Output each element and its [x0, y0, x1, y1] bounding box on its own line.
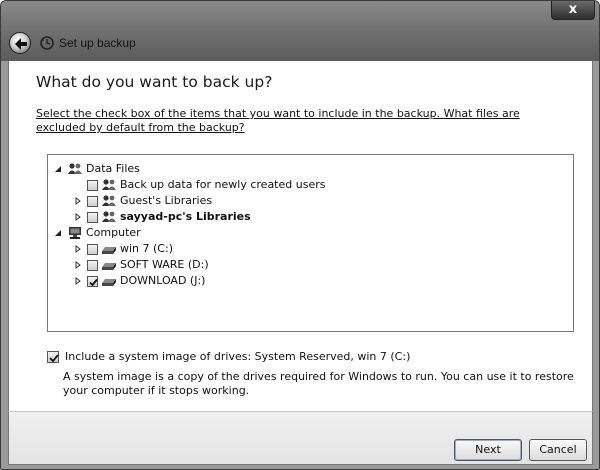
checkbox[interactable]	[87, 196, 98, 207]
button-bar: Next Cancel	[8, 411, 593, 465]
tree-label: sayyad-pc's Libraries	[120, 210, 251, 223]
title-bar: x Set up backup	[1, 1, 599, 61]
tree-item-new-users[interactable]: Back up data for newly created users	[74, 177, 374, 193]
tree-label: win 7 (C:)	[120, 242, 173, 255]
back-arrow-icon	[15, 38, 27, 50]
tree-item-drive-c[interactable]: win 7 (C:)	[74, 241, 374, 257]
close-button[interactable]: x	[551, 1, 595, 20]
checkbox[interactable]	[87, 260, 98, 271]
instructions: Select the check box of the items that y…	[36, 107, 566, 135]
checkmark-icon	[89, 278, 98, 287]
users-icon	[102, 179, 116, 190]
tree-item-data-files[interactable]: Data Files	[54, 161, 354, 177]
tree-label: Back up data for newly created users	[120, 178, 326, 191]
dialog-content: What do you want to back up? Select the …	[8, 61, 593, 411]
drive-icon	[102, 247, 116, 254]
cancel-button[interactable]: Cancel	[529, 439, 587, 461]
tree-item-computer[interactable]: Computer	[54, 225, 354, 241]
checkbox[interactable]	[87, 212, 98, 223]
tree-item-guest-libraries[interactable]: Guest's Libraries	[74, 193, 374, 209]
tree-label: Data Files	[86, 162, 140, 175]
backup-icon	[40, 36, 54, 50]
drive-icon	[102, 279, 116, 286]
tree-item-sayyad-libraries[interactable]: sayyad-pc's Libraries	[74, 209, 374, 225]
drive-icon	[102, 263, 116, 270]
next-button[interactable]: Next	[454, 439, 522, 461]
page-heading: What do you want to back up?	[36, 73, 273, 91]
expand-arrow-icon[interactable]	[74, 277, 82, 285]
users-icon	[68, 163, 82, 174]
expand-arrow-icon[interactable]	[74, 213, 82, 221]
backup-items-tree[interactable]: Data Files Back up data for newly create…	[47, 154, 574, 332]
checkbox[interactable]	[87, 244, 98, 255]
backup-window: x Set up backup What do you want to back…	[0, 0, 600, 470]
users-icon	[102, 211, 116, 222]
system-image-description: A system image is a copy of the drives r…	[63, 370, 574, 397]
system-image-checkbox[interactable]	[47, 351, 59, 363]
checkmark-icon	[49, 354, 59, 363]
expand-arrow-icon[interactable]	[74, 245, 82, 253]
checkbox[interactable]	[87, 180, 98, 191]
back-button[interactable]	[9, 32, 31, 54]
expand-arrow-icon[interactable]	[74, 261, 82, 269]
tree-label: Guest's Libraries	[120, 194, 213, 207]
tree-item-drive-d[interactable]: SOFT WARE (D:)	[74, 257, 374, 273]
tree-item-drive-j[interactable]: DOWNLOAD (J:)	[74, 273, 374, 289]
expand-arrow-icon[interactable]	[74, 197, 82, 205]
computer-icon	[69, 227, 81, 239]
instructions-text: Select the check box of the items that y…	[36, 107, 444, 120]
collapse-arrow-icon[interactable]	[54, 229, 62, 237]
users-icon	[102, 195, 116, 206]
tree-label: DOWNLOAD (J:)	[120, 274, 206, 287]
checkbox-checked[interactable]	[87, 276, 98, 287]
tree-label: SOFT WARE (D:)	[120, 258, 209, 271]
tree-label: Computer	[86, 226, 141, 239]
collapse-arrow-icon[interactable]	[54, 165, 62, 173]
window-title: Set up backup	[59, 36, 136, 50]
system-image-label: Include a system image of drives: System…	[65, 350, 411, 363]
